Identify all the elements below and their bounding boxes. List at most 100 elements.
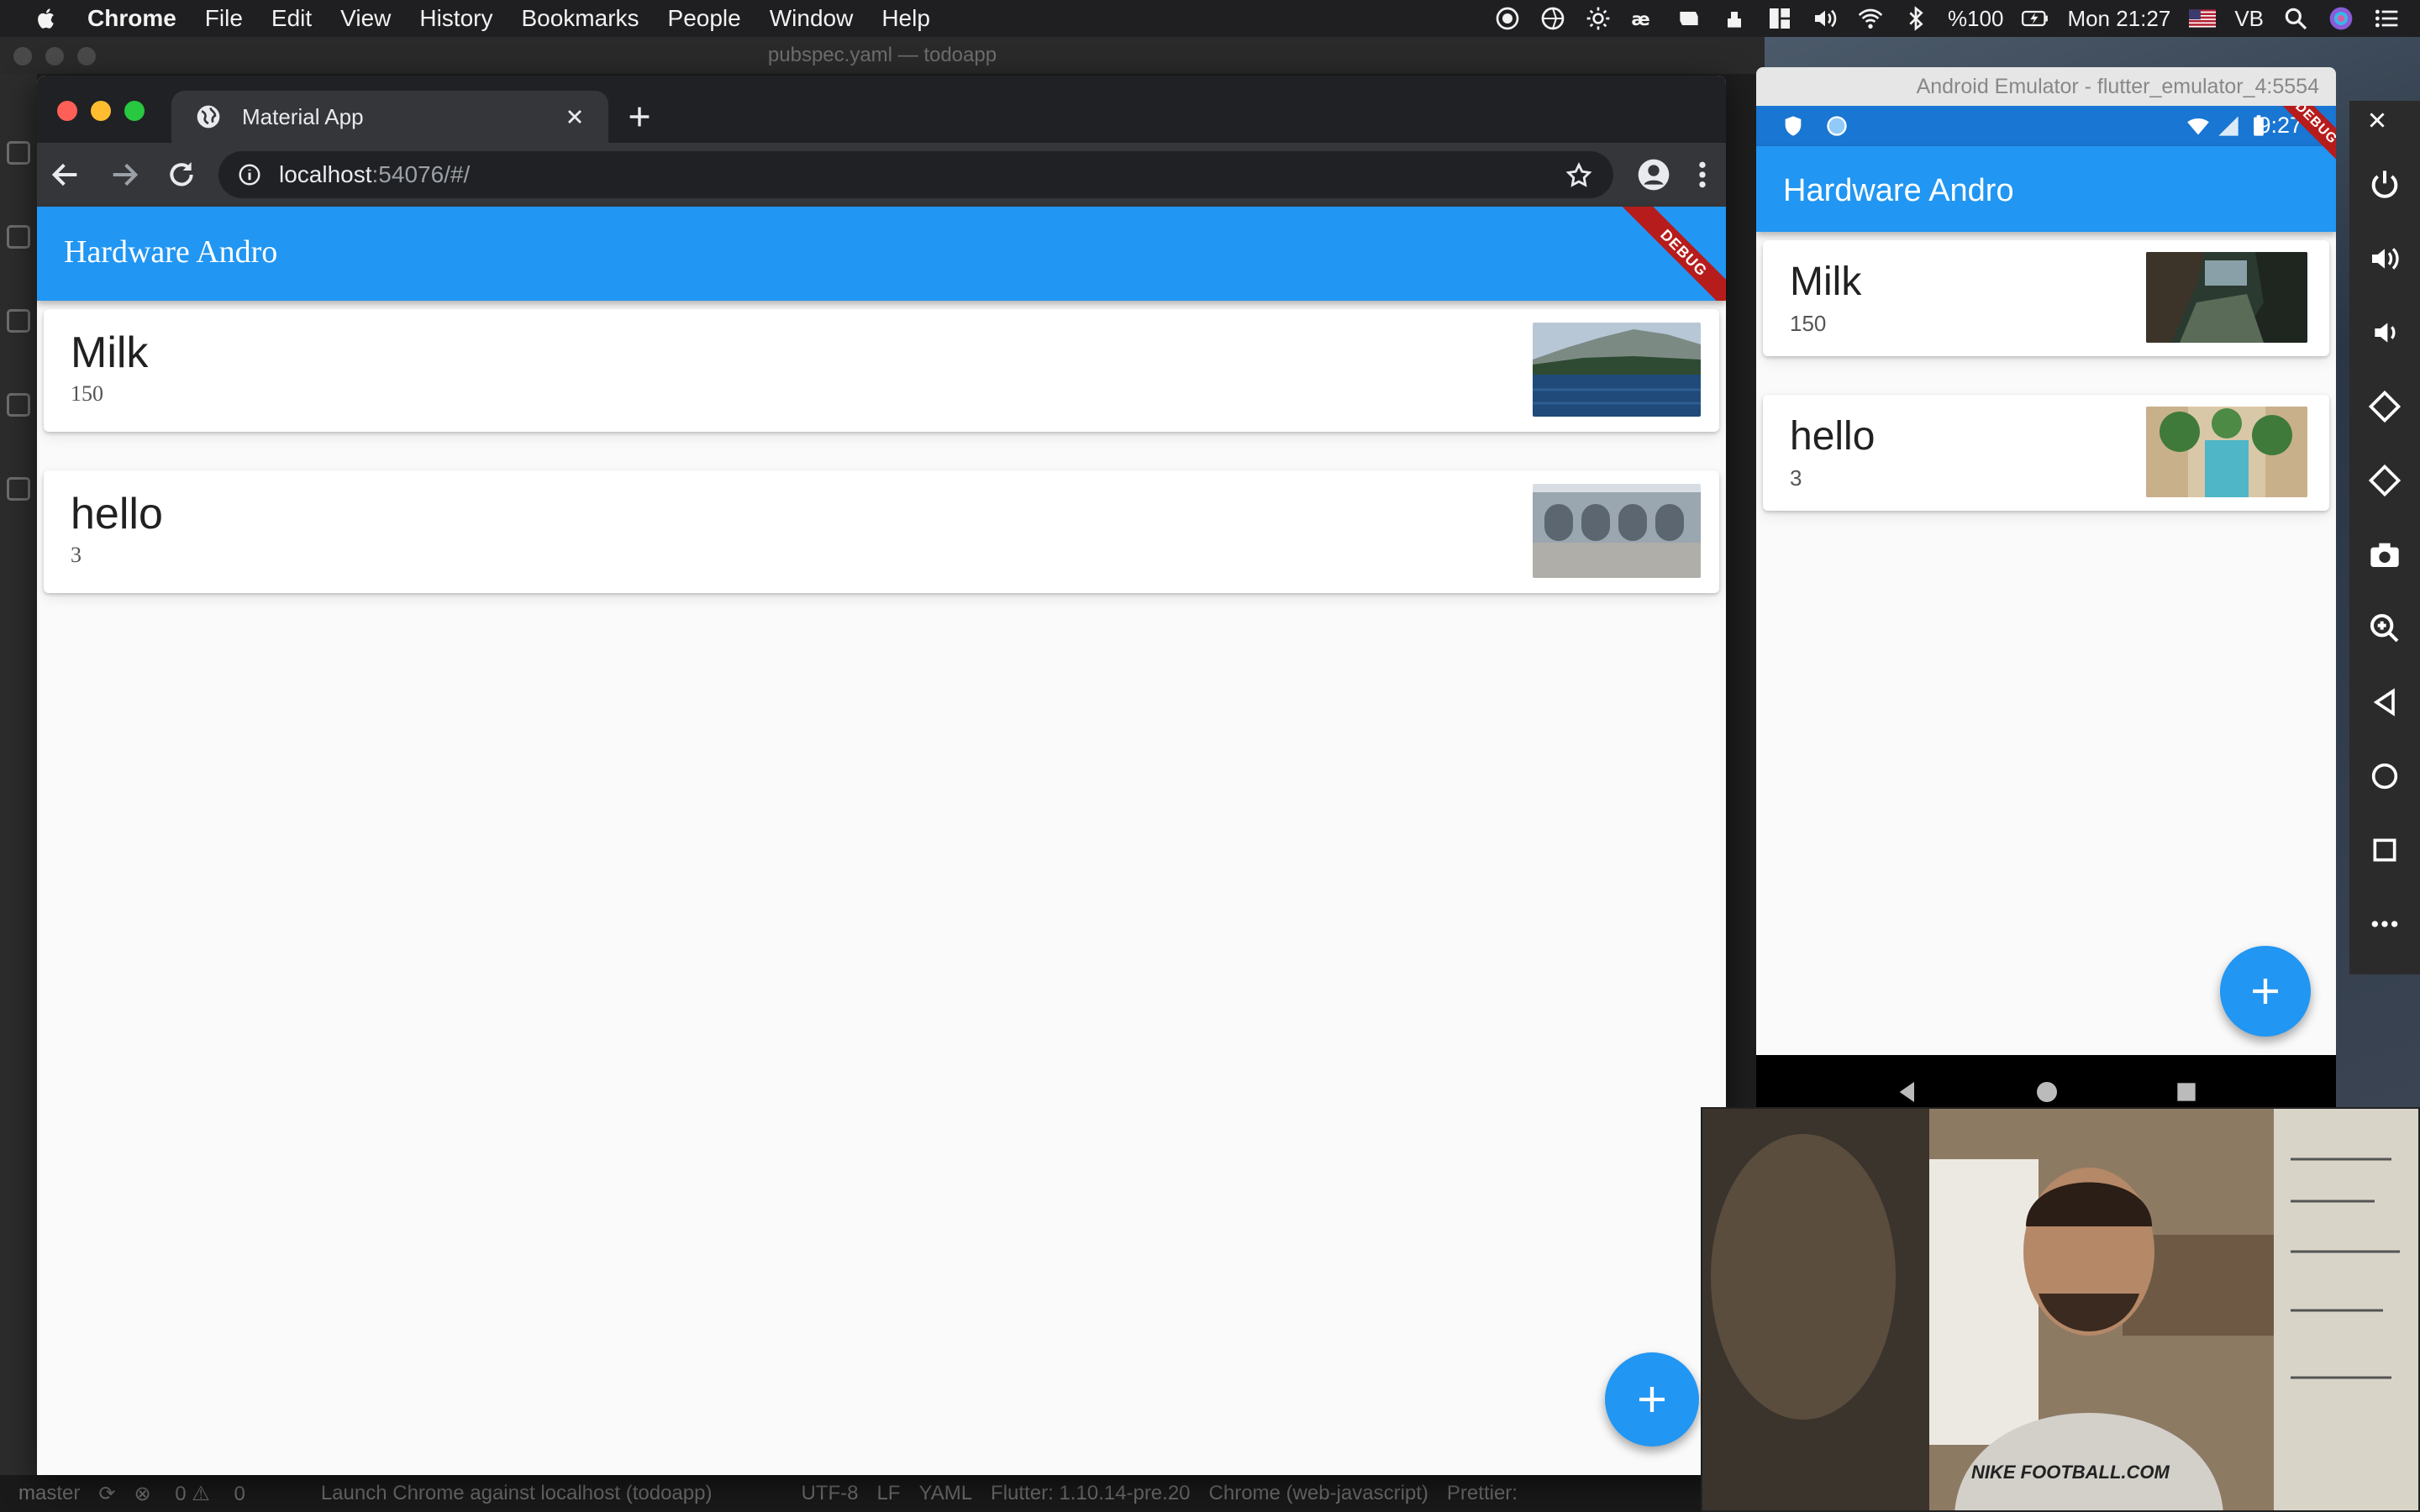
volume-up-icon[interactable] (2368, 242, 2402, 276)
emulator-app-title: Hardware Andro (1783, 173, 2014, 208)
menu-bookmarks[interactable]: Bookmarks (521, 5, 639, 32)
more-menu-icon[interactable] (1686, 158, 1719, 192)
camera-icon[interactable] (2368, 538, 2402, 571)
zoom-icon[interactable] (2368, 612, 2402, 645)
status-language[interactable]: YAML (918, 1482, 972, 1505)
source-control-icon[interactable] (7, 309, 30, 333)
nav-back-icon[interactable] (1894, 1079, 1921, 1105)
vscode-activity-bar (0, 74, 37, 1502)
us-flag-icon[interactable] (2189, 5, 2217, 32)
back-arrow-icon[interactable] (49, 158, 82, 192)
menu-people[interactable]: People (668, 5, 741, 32)
bluetooth-icon[interactable] (1902, 5, 1929, 32)
status-launch[interactable]: Launch Chrome against localhost (todoapp… (321, 1482, 713, 1505)
sync-icon[interactable]: ⟳ (98, 1482, 115, 1506)
address-bar[interactable]: localhost:54076/#/ (218, 151, 1613, 198)
tab-material-app[interactable]: Material App (171, 91, 608, 143)
extensions-icon[interactable] (7, 477, 30, 501)
url-path: :54076/#/ (371, 161, 471, 187)
close-window-button[interactable] (57, 101, 77, 121)
overview-icon[interactable] (2368, 833, 2402, 867)
status-errors[interactable]: ⊗ 0 ⚠ 0 (134, 1482, 245, 1506)
search-icon[interactable] (7, 225, 30, 249)
webcam-overlay: NIKE FOOTBALL.COM (1701, 1107, 2420, 1512)
list-item[interactable]: Milk 150 (1763, 240, 2329, 356)
rotate-left-icon[interactable] (2368, 390, 2402, 423)
record-icon[interactable] (1494, 5, 1521, 32)
item-image (2146, 252, 2307, 343)
notification-icon[interactable] (1676, 5, 1702, 32)
menu-help[interactable]: Help (881, 5, 930, 32)
menu-window[interactable]: Window (770, 5, 854, 32)
url-host: localhost (279, 161, 372, 187)
reload-icon[interactable] (165, 158, 198, 192)
apple-logo-icon[interactable] (35, 7, 59, 30)
forward-arrow-icon[interactable] (108, 158, 141, 192)
android-emulator-window: Android Emulator - flutter_emulator_4:55… (1756, 67, 2336, 1129)
brightness-icon[interactable] (1585, 5, 1612, 32)
wifi-icon (2187, 118, 2209, 135)
menu-file[interactable]: File (205, 5, 243, 32)
chrome-tab-strip: Material App (37, 76, 1726, 143)
home-icon[interactable] (2368, 759, 2402, 793)
emulator-control-panel (2349, 101, 2420, 974)
profile-avatar-icon[interactable] (1637, 158, 1670, 192)
status-prettier[interactable]: Prettier: (1447, 1482, 1518, 1505)
bookmark-star-icon[interactable] (1565, 161, 1593, 190)
debug-icon[interactable] (7, 393, 30, 417)
power-icon[interactable] (2368, 168, 2402, 202)
status-flutter[interactable]: Flutter: 1.10.14-pre.20 (991, 1482, 1190, 1505)
explorer-icon[interactable] (7, 141, 30, 165)
vscode-traffic-lights (13, 47, 96, 66)
item-image (2146, 407, 2307, 497)
site-info-icon[interactable] (237, 162, 262, 187)
list-item[interactable]: Milk 150 (44, 309, 1719, 432)
warning-count: 0 (234, 1482, 245, 1505)
tab-title: Material App (242, 103, 364, 129)
debug-banner: DEBUG (1604, 207, 1726, 301)
item-image (1533, 484, 1701, 578)
minimize-window-button[interactable] (91, 101, 111, 121)
close-emulator-icon[interactable] (2366, 109, 2388, 131)
status-branch[interactable]: master (18, 1482, 80, 1505)
siri-icon[interactable] (2328, 5, 2354, 32)
add-item-button[interactable] (2220, 946, 2311, 1037)
more-icon[interactable] (2368, 907, 2402, 941)
error-count: 0 (175, 1482, 187, 1505)
menu-history[interactable]: History (419, 5, 492, 32)
input-source[interactable]: VB (2234, 6, 2264, 32)
aperture-icon[interactable] (1539, 5, 1566, 32)
status-eol[interactable]: LF (876, 1482, 900, 1505)
rotate-right-icon[interactable] (2368, 464, 2402, 497)
upload-icon[interactable] (1721, 5, 1748, 32)
window-layout-icon[interactable] (1766, 5, 1793, 32)
menu-edit[interactable]: Edit (271, 5, 312, 32)
volume-icon[interactable] (1812, 5, 1839, 32)
emulator-titlebar: Android Emulator - flutter_emulator_4:55… (1756, 67, 2336, 106)
menubar-clock[interactable]: Mon 21:27 (2067, 6, 2170, 32)
status-encoding[interactable]: UTF-8 (801, 1482, 858, 1505)
wifi-icon[interactable] (1857, 5, 1884, 32)
menu-view[interactable]: View (340, 5, 391, 32)
list-item[interactable]: hello 3 (1763, 395, 2329, 511)
status-device[interactable]: Chrome (web-javascript) (1209, 1482, 1428, 1505)
menu-app-chrome[interactable]: Chrome (87, 5, 176, 32)
spotlight-search-icon[interactable] (2282, 5, 2309, 32)
notification-center-icon[interactable] (2373, 5, 2400, 32)
item-quantity: 150 (71, 381, 103, 406)
volume-down-icon[interactable] (2368, 316, 2402, 349)
nav-overview-icon[interactable] (2173, 1079, 2200, 1105)
close-tab-icon[interactable] (563, 105, 587, 129)
item-quantity: 3 (1790, 465, 1802, 491)
ae-icon[interactable]: æ (1630, 5, 1657, 32)
list-item[interactable]: hello 3 (44, 470, 1719, 593)
battery-percent: %100 (1947, 5, 2004, 31)
zoom-window-button[interactable] (124, 101, 145, 121)
nav-home-icon[interactable] (2033, 1079, 2060, 1105)
new-tab-icon[interactable] (625, 102, 654, 131)
plus-icon (1639, 1387, 1665, 1412)
back-icon[interactable] (2368, 685, 2402, 719)
add-item-button[interactable] (1605, 1352, 1699, 1446)
vscode-titlebar: pubspec.yaml — todoapp (0, 37, 1765, 74)
battery-charging-icon[interactable] (2022, 5, 2049, 32)
